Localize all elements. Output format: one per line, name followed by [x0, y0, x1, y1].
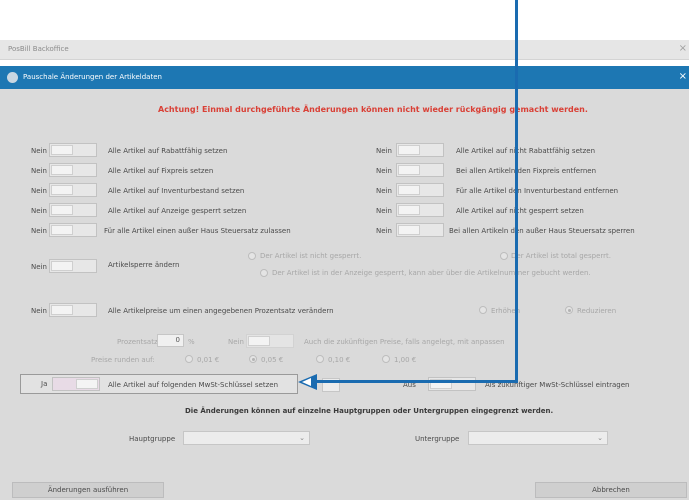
- right-row-3-label: Alle Artikel auf nicht gesperrt setzen: [456, 207, 584, 215]
- left-row-3-label: Alle Artikel auf Anzeige gesperrt setzen: [108, 207, 247, 215]
- mwst-label: Alle Artikel auf folgenden MwSt-Schlüsse…: [108, 381, 279, 389]
- right-row-4-label: Bei allen Artikeln den außer Haus Steuer…: [449, 227, 635, 235]
- round-radio-2[interactable]: [316, 355, 324, 363]
- left-row-3-state: Nein: [31, 207, 47, 215]
- app-titlebar: PosBill Backoffice ×: [0, 40, 689, 60]
- mwst-toggle[interactable]: [52, 377, 100, 391]
- right-row-1-state: Nein: [376, 167, 392, 175]
- right-row-0-state: Nein: [376, 147, 392, 155]
- untergruppe-chevron-icon: ⌄: [597, 434, 603, 442]
- future-toggle[interactable]: [246, 334, 294, 348]
- round-radio-1[interactable]: [249, 355, 257, 363]
- sperre-state: Nein: [31, 263, 47, 271]
- right-row-1-toggle[interactable]: [396, 163, 444, 177]
- pct-unit: %: [188, 338, 195, 346]
- app-title: PosBill Backoffice: [8, 45, 69, 53]
- app-close-icon[interactable]: ×: [679, 43, 687, 54]
- round-label: Preise runden auf:: [91, 356, 155, 364]
- right-row-3-toggle[interactable]: [396, 203, 444, 217]
- future-label: Auch die zukünftigen Preise, falls angel…: [304, 338, 505, 346]
- left-row-3-toggle[interactable]: [49, 203, 97, 217]
- mwst-state: Ja: [41, 380, 48, 388]
- left-row-0-label: Alle Artikel auf Rabattfähig setzen: [108, 147, 228, 155]
- future-state: Nein: [228, 338, 244, 346]
- sperre-opt-total: Der Artikel ist total gesperrt.: [511, 252, 611, 260]
- sperre-label: Artikelsperre ändern: [108, 261, 180, 269]
- untergruppe-label: Untergruppe: [415, 435, 460, 443]
- annotation-arrow-tip: [302, 378, 311, 386]
- pct-label: Prozentsatz: [117, 338, 158, 346]
- right-row-0-label: Alle Artikel auf nicht Rabattfähig setze…: [456, 147, 596, 155]
- sperre-radio-display[interactable]: [260, 269, 268, 277]
- sperre-opt-display: Der Artikel ist in der Anzeige gesperrt,…: [272, 269, 591, 277]
- apply-button[interactable]: Änderungen ausführen: [12, 482, 164, 498]
- sperre-radio-total[interactable]: [500, 252, 508, 260]
- round-opt-0: 0,01 €: [197, 356, 220, 364]
- right-row-4-state: Nein: [376, 227, 392, 235]
- right-row-4-toggle[interactable]: [396, 223, 444, 237]
- left-row-1-label: Alle Artikel auf Fixpreis setzen: [108, 167, 214, 175]
- sperre-toggle[interactable]: [49, 259, 97, 273]
- round-opt-1: 0,05 €: [261, 356, 284, 364]
- cancel-button[interactable]: Abbrechen: [535, 482, 687, 498]
- warning-text: Achtung! Einmal durchgeführte Änderungen…: [158, 105, 588, 114]
- left-row-0-toggle[interactable]: [49, 143, 97, 157]
- left-row-4-state: Nein: [31, 227, 47, 235]
- pct-input[interactable]: 0: [157, 334, 184, 347]
- right-row-2-label: Für alle Artikel den Inventurbestand ent…: [456, 187, 619, 195]
- round-opt-2: 0,10 €: [328, 356, 351, 364]
- left-row-1-toggle[interactable]: [49, 163, 97, 177]
- dialog-close-icon[interactable]: ×: [679, 71, 687, 82]
- preise-radio-up[interactable]: [479, 306, 487, 314]
- round-opt-3: 1,00 €: [394, 356, 417, 364]
- right-row-2-state: Nein: [376, 187, 392, 195]
- annotation-arrow-line-horizontal: [316, 380, 517, 383]
- info-text: Die Änderungen können auf einzelne Haupt…: [185, 407, 554, 415]
- left-row-4-label: Für alle Artikel einen außer Haus Steuer…: [104, 227, 291, 235]
- hauptgruppe-label: Hauptgruppe: [129, 435, 176, 443]
- round-radio-0[interactable]: [185, 355, 193, 363]
- left-row-4-toggle[interactable]: [49, 223, 97, 237]
- left-row-2-label: Alle Artikel auf Inventurbestand setzen: [108, 187, 245, 195]
- preise-state: Nein: [31, 307, 47, 315]
- dialog-title: Pauschale Änderungen der Artikeldaten: [23, 73, 162, 81]
- right-row-0-toggle[interactable]: [396, 143, 444, 157]
- left-row-0-state: Nein: [31, 147, 47, 155]
- screen: { "app": {"title": "PosBill Backoffice",…: [0, 0, 689, 500]
- left-row-2-state: Nein: [31, 187, 47, 195]
- left-row-2-toggle[interactable]: [49, 183, 97, 197]
- right-row-1-label: Bei allen Artikeln den Fixpreis entferne…: [456, 167, 596, 175]
- annotation-arrow-line-vertical: [515, 0, 518, 383]
- dialog-titlebar: Pauschale Änderungen der Artikeldaten ×: [0, 66, 689, 89]
- right-row-2-toggle[interactable]: [396, 183, 444, 197]
- untergruppe-select[interactable]: ⌄: [468, 431, 608, 445]
- sperre-opt-not-locked: Der Artikel ist nicht gesperrt.: [260, 252, 362, 260]
- preise-label: Alle Artikelpreise um einen angegebenen …: [108, 307, 334, 315]
- hauptgruppe-select[interactable]: ⌄: [183, 431, 310, 445]
- preise-opt-down: Reduzieren: [577, 307, 617, 315]
- round-radio-3[interactable]: [382, 355, 390, 363]
- hauptgruppe-chevron-icon: ⌄: [299, 434, 305, 442]
- sperre-radio-not-locked[interactable]: [248, 252, 256, 260]
- preise-radio-down[interactable]: [565, 306, 573, 314]
- preise-toggle[interactable]: [49, 303, 97, 317]
- right-row-3-state: Nein: [376, 207, 392, 215]
- app-logo-icon: [7, 72, 18, 83]
- left-row-1-state: Nein: [31, 167, 47, 175]
